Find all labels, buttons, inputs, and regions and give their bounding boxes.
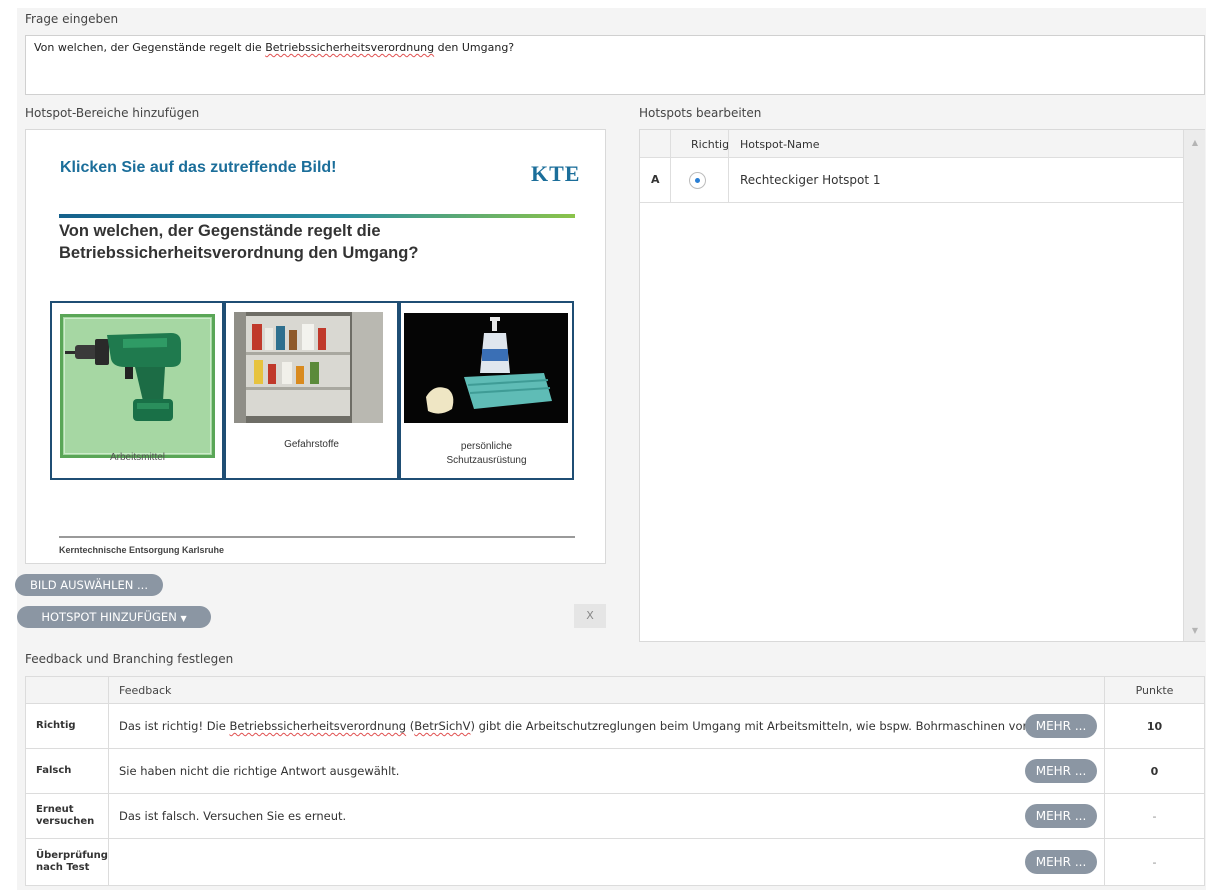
row-label-line: versuchen — [36, 816, 95, 827]
column-divider — [1104, 677, 1105, 885]
question-text-part: Von welchen, der Gegenstände regelt die — [34, 41, 266, 54]
column-feedback: Feedback — [119, 684, 172, 697]
points-value[interactable]: 0 — [1104, 765, 1205, 778]
row-letter: A — [651, 173, 660, 186]
scroll-up-icon[interactable]: ▲ — [1184, 138, 1206, 147]
row-label-line: nach Test — [36, 862, 90, 873]
kte-logo: KTE — [531, 161, 581, 186]
slide-question-line: Von welchen, der Gegenstände regelt die — [59, 222, 381, 240]
question-input[interactable]: Von welchen, der Gegenstände regelt die … — [25, 35, 1205, 95]
add-hotspot-button[interactable]: HOTSPOT HINZUFÜGEN ▼ — [17, 606, 211, 628]
feedback-row-wrong: Falsch Sie haben nicht die richtige Antw… — [26, 749, 1204, 794]
points-value[interactable]: - — [1104, 856, 1205, 869]
card-caption: Arbeitsmittel — [109, 452, 165, 463]
points-value[interactable]: 10 — [1104, 720, 1205, 733]
correct-radio[interactable] — [689, 172, 706, 189]
column-hotspot-name: Hotspot-Name — [740, 138, 820, 151]
scrollbar[interactable]: ▲ ▼ — [1183, 130, 1205, 641]
answer-card-ppe: persönliche Schutzausrüstung — [399, 301, 574, 480]
hotspot-edit-label: Hotspots bearbeiten — [639, 106, 762, 120]
column-divider — [728, 130, 729, 203]
slide-question-line: Betriebssicherheitsverordnung den Umgang… — [59, 244, 419, 262]
chevron-down-icon: ▼ — [180, 614, 187, 623]
more-button[interactable]: MEHR ... — [1025, 804, 1097, 828]
ppe-image-graphic — [404, 313, 568, 423]
question-label: Frage eingeben — [25, 12, 119, 26]
slide-footer-text: Kerntechnische Entsorgung Karlsruhe — [59, 545, 225, 555]
column-divider — [108, 677, 109, 885]
card-caption-line: Schutzausrüstung — [446, 455, 527, 466]
feedback-row-correct: Richtig Das ist richtig! Die Betriebssic… — [26, 704, 1204, 749]
more-button[interactable]: MEHR ... — [1025, 714, 1097, 738]
add-hotspot-label: HOTSPOT HINZUFÜGEN — [41, 610, 177, 624]
hotspot-table: Richtig Hotspot-Name A Rechteckiger Hots… — [639, 129, 1205, 642]
slide-title: Klicken Sie auf das zutreffende Bild! — [60, 159, 337, 176]
slide-question: Von welchen, der Gegenstände regelt die … — [59, 220, 459, 264]
feedback-misspelled-word: BetrSichV — [414, 719, 471, 733]
feedback-text-part: ) gibt die Arbeitschutzreglungen beim Um… — [470, 719, 1028, 733]
row-label: Falsch — [36, 765, 72, 776]
answer-card-tools: Arbeitsmittel — [50, 301, 224, 480]
feedback-text[interactable]: Sie haben nicht die richtige Antwort aus… — [119, 764, 399, 778]
row-label: Erneut versuchen — [36, 804, 94, 828]
slide-canvas[interactable]: Klicken Sie auf das zutreffende Bild! KT… — [25, 129, 606, 564]
feedback-text-part: Das ist richtig! Die — [119, 719, 230, 733]
row-label: Überprüfung nach Test — [36, 850, 108, 874]
row-label-line: Überprüfung — [36, 850, 108, 861]
question-misspelled-word: Betriebssicherheitsverordnung — [265, 41, 435, 54]
table-row[interactable]: A Rechteckiger Hotspot 1 — [640, 158, 1183, 203]
slide-divider — [59, 214, 575, 218]
points-value[interactable]: - — [1104, 810, 1205, 823]
ppe-image — [404, 313, 568, 423]
cabinet-image — [234, 312, 383, 423]
slide-footer-divider — [59, 536, 575, 538]
column-divider — [670, 130, 671, 203]
feedback-text[interactable]: Das ist falsch. Versuchen Sie es erneut. — [119, 809, 346, 823]
card-caption: persönliche Schutzausrüstung — [401, 440, 572, 468]
delete-hotspot-button[interactable]: X — [574, 604, 606, 628]
more-button[interactable]: MEHR ... — [1025, 850, 1097, 874]
row-label-line: Erneut — [36, 804, 74, 815]
drill-image — [65, 333, 181, 421]
cabinet-image-graphic — [234, 312, 383, 423]
hotspot-rectangle[interactable]: Arbeitsmittel — [60, 314, 215, 463]
hotspot-name[interactable]: Rechteckiger Hotspot 1 — [740, 173, 881, 187]
question-text-part: den Umgang? — [434, 41, 515, 54]
feedback-text[interactable]: Das ist richtig! Die Betriebssicherheits… — [119, 719, 1027, 733]
scroll-down-icon[interactable]: ▼ — [1184, 626, 1206, 635]
card-caption: Gefahrstoffe — [284, 439, 339, 450]
answer-card-hazardous-substances: Gefahrstoffe — [224, 301, 399, 480]
feedback-misspelled-word: Betriebssicherheitsverordnung — [229, 719, 407, 733]
hotspot-area-label: Hotspot-Bereiche hinzufügen — [25, 106, 200, 120]
feedback-table-header: Feedback Punkte — [26, 677, 1204, 704]
feedback-row-review: Überprüfung nach Test MEHR ... - — [26, 839, 1204, 885]
feedback-table: Feedback Punkte Richtig Das ist richtig!… — [25, 676, 1205, 886]
column-correct: Richtig — [691, 138, 730, 151]
column-points: Punkte — [1135, 684, 1174, 697]
card-caption-line: persönliche — [460, 441, 513, 452]
row-label: Richtig — [36, 720, 76, 731]
select-image-button[interactable]: BILD AUSWÄHLEN ... — [15, 574, 163, 596]
hotspot-table-header: Richtig Hotspot-Name — [640, 130, 1183, 158]
feedback-row-retry: Erneut versuchen Das ist falsch. Versuch… — [26, 794, 1204, 839]
more-button[interactable]: MEHR ... — [1025, 759, 1097, 783]
feedback-section-label: Feedback und Branching festlegen — [25, 652, 234, 666]
